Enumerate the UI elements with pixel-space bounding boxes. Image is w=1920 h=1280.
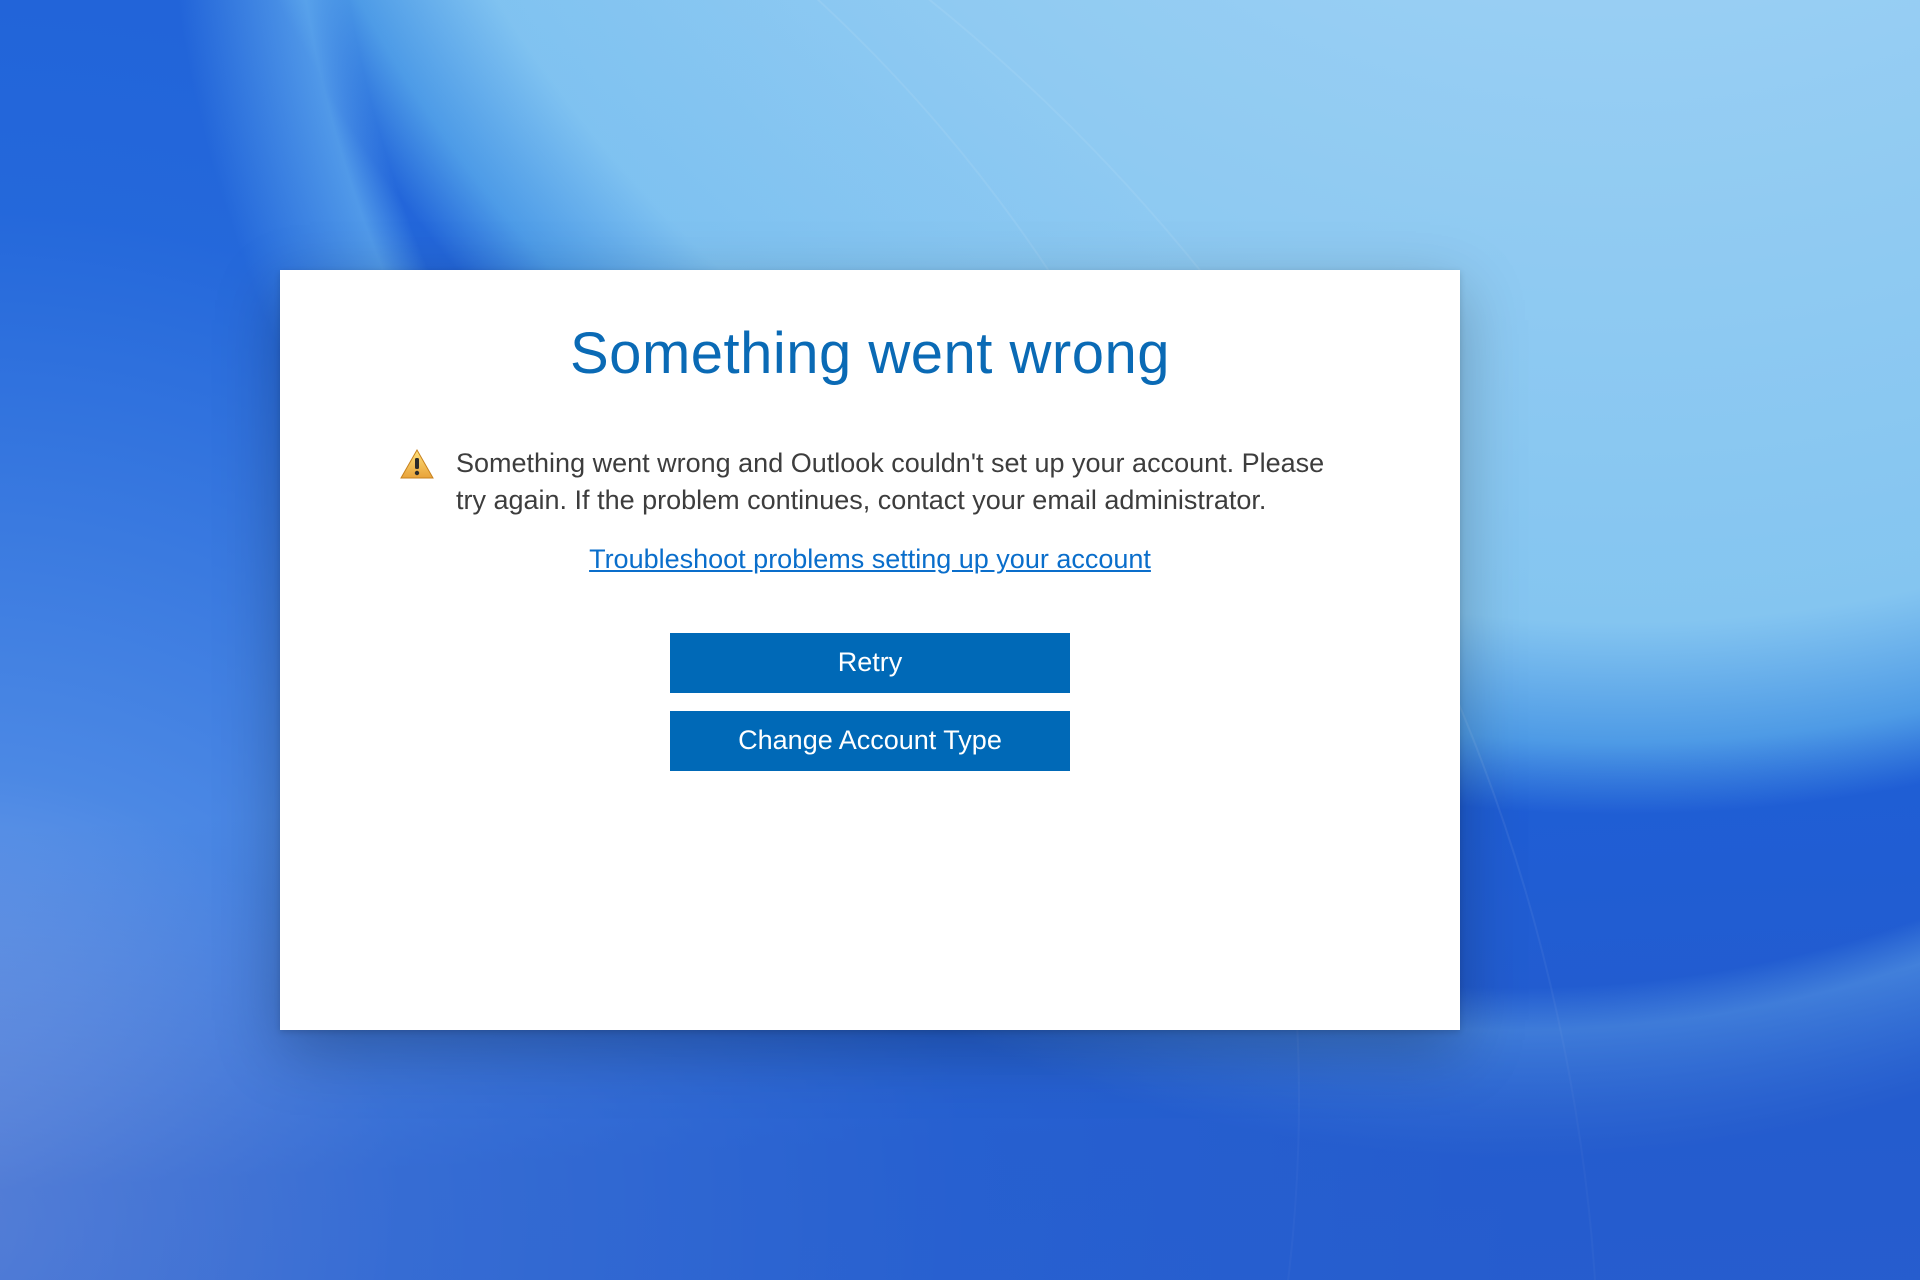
error-message-row: Something went wrong and Outlook couldn'… [360,445,1380,520]
change-account-type-button[interactable]: Change Account Type [670,711,1070,771]
retry-button[interactable]: Retry [670,633,1070,693]
error-dialog: Something went wrong Something went wron… [280,270,1460,1030]
troubleshoot-link[interactable]: Troubleshoot problems setting up your ac… [589,544,1151,574]
error-message-text: Something went wrong and Outlook couldn'… [456,445,1340,520]
desktop-background: Something went wrong Something went wron… [0,0,1920,1280]
warning-icon [400,449,434,479]
dialog-title: Something went wrong [360,320,1380,387]
